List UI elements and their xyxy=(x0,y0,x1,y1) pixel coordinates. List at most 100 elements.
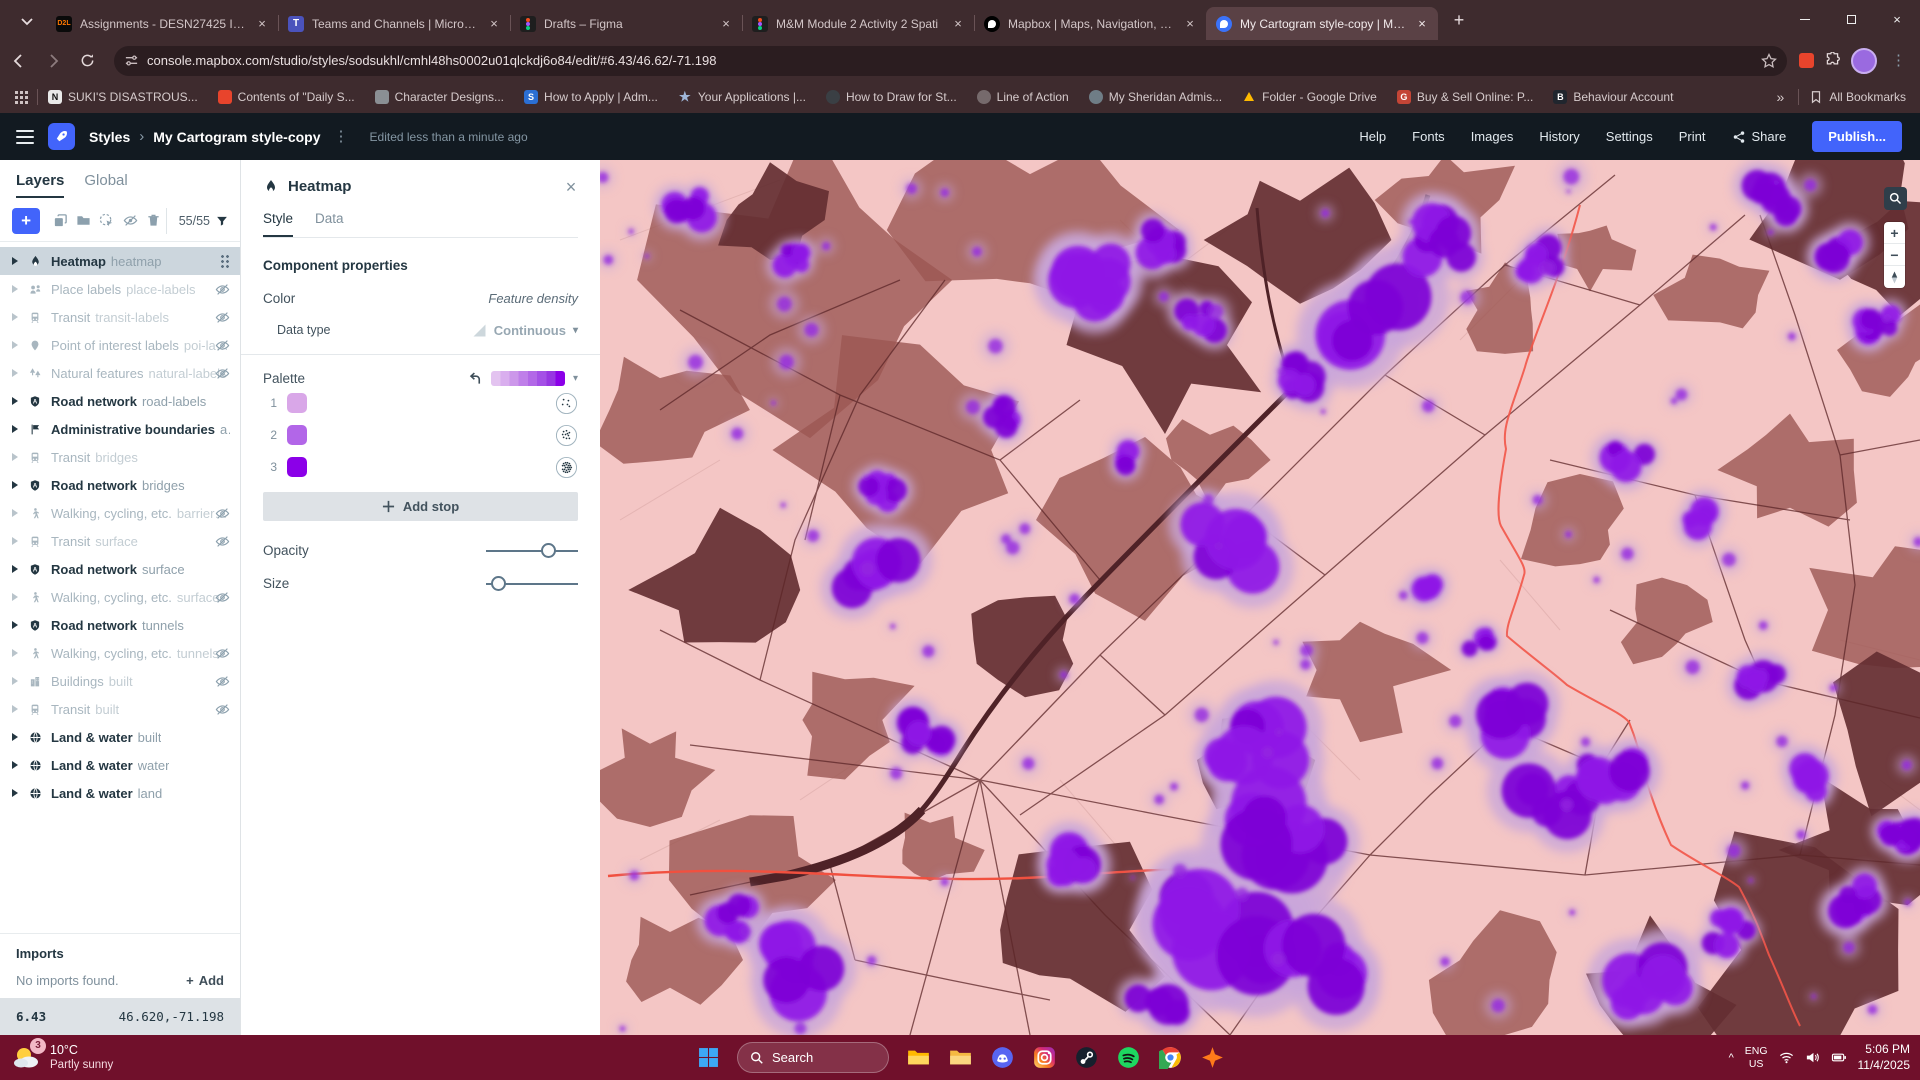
layer-row-tunnels[interactable]: ARoad networktunnels xyxy=(0,611,240,639)
expand-caret-icon[interactable] xyxy=(12,733,18,741)
layer-row-surface[interactable]: ARoad networksurface xyxy=(0,555,240,583)
tab-close-icon[interactable]: × xyxy=(486,16,502,32)
tab-close-icon[interactable]: × xyxy=(1182,16,1198,32)
layer-row-place-labels[interactable]: Place labelsplace-labels xyxy=(0,275,240,303)
bookmark-item[interactable]: My Sheridan Admis... xyxy=(1089,90,1222,104)
expand-caret-icon[interactable] xyxy=(12,369,18,377)
bookmark-star-icon[interactable] xyxy=(1761,53,1777,69)
map-canvas[interactable]: + − xyxy=(600,160,1920,1035)
eye-slash-icon[interactable] xyxy=(215,674,230,689)
language-switcher[interactable]: ENG US xyxy=(1745,1045,1768,1069)
tab-layers[interactable]: Layers xyxy=(16,172,64,189)
tab-close-icon[interactable]: × xyxy=(950,16,966,32)
browser-tab[interactable]: TTeams and Channels | Microsof× xyxy=(278,7,510,40)
layer-row-heatmap[interactable]: Heatmapheatmap xyxy=(0,247,240,275)
drag-handle-icon[interactable] xyxy=(220,254,230,268)
expand-caret-icon[interactable] xyxy=(12,593,18,601)
expand-caret-icon[interactable] xyxy=(12,537,18,545)
nav-help[interactable]: Help xyxy=(1359,129,1386,144)
file-explorer-icon[interactable] xyxy=(905,1045,931,1071)
palette-gradient-swatch[interactable] xyxy=(491,371,565,386)
layer-row-poi-labels[interactable]: Point of interest labelspoi-labels xyxy=(0,331,240,359)
expand-caret-icon[interactable] xyxy=(12,481,18,489)
layer-row-bridges[interactable]: Transitbridges xyxy=(0,443,240,471)
mapbox-logo[interactable] xyxy=(48,123,75,150)
all-bookmarks-button[interactable]: All Bookmarks xyxy=(1809,90,1906,104)
bookmark-item[interactable]: ★Your Applications |... xyxy=(678,90,806,104)
compass-button[interactable] xyxy=(1884,266,1905,288)
menu-hamburger-icon[interactable] xyxy=(16,130,34,144)
select-data-icon[interactable] xyxy=(96,209,117,233)
density-low-icon[interactable] xyxy=(555,392,578,415)
browser-menu-icon[interactable]: ⋮ xyxy=(1891,56,1906,66)
tab-global[interactable]: Global xyxy=(84,172,127,189)
tab-close-icon[interactable]: × xyxy=(1414,16,1430,32)
delete-layer-icon[interactable] xyxy=(143,209,164,233)
expand-caret-icon[interactable] xyxy=(12,565,18,573)
extension-icon[interactable] xyxy=(1799,53,1814,68)
data-type-dropdown[interactable]: Continuous ▾ xyxy=(471,322,578,338)
expand-caret-icon[interactable] xyxy=(12,789,18,797)
expand-caret-icon[interactable] xyxy=(12,761,18,769)
zoom-in-button[interactable]: + xyxy=(1884,222,1905,244)
layer-row-natural-labels[interactable]: Natural featuresnatural-labels xyxy=(0,359,240,387)
layer-row-transit-labels[interactable]: Transittransit-labels xyxy=(0,303,240,331)
eye-slash-icon[interactable] xyxy=(215,310,230,325)
bookmark-item[interactable]: Line of Action xyxy=(977,90,1069,104)
address-bar[interactable]: console.mapbox.com/studio/styles/sodsukh… xyxy=(114,46,1787,76)
expand-caret-icon[interactable] xyxy=(12,509,18,517)
expand-caret-icon[interactable] xyxy=(12,621,18,629)
expand-caret-icon[interactable] xyxy=(12,313,18,321)
folder-icon[interactable] xyxy=(947,1045,973,1071)
layer-row-built[interactable]: Transitbuilt xyxy=(0,695,240,723)
browser-tab[interactable]: Mapbox | Maps, Navigation, Se× xyxy=(974,7,1206,40)
eye-slash-icon[interactable] xyxy=(215,366,230,381)
eye-slash-icon[interactable] xyxy=(215,702,230,717)
tab-close-icon[interactable]: × xyxy=(254,16,270,32)
add-layer-button[interactable]: + xyxy=(12,208,40,234)
profile-avatar[interactable] xyxy=(1851,48,1877,74)
nav-print[interactable]: Print xyxy=(1679,129,1706,144)
clock[interactable]: 5:06 PM 11/4/2025 xyxy=(1858,1042,1911,1073)
bookmark-item[interactable]: BBehaviour Account xyxy=(1553,90,1673,104)
nav-history[interactable]: History xyxy=(1539,129,1579,144)
eye-slash-icon[interactable] xyxy=(215,590,230,605)
taskbar-search[interactable]: Search xyxy=(737,1042,889,1073)
eye-slash-icon[interactable] xyxy=(215,506,230,521)
apps-grid-icon[interactable] xyxy=(14,90,29,105)
expand-caret-icon[interactable] xyxy=(12,453,18,461)
stop-color-swatch[interactable] xyxy=(287,425,307,445)
tab-data[interactable]: Data xyxy=(315,211,344,237)
map-search-button[interactable] xyxy=(1884,187,1907,210)
forward-button[interactable] xyxy=(38,46,68,76)
imports-add-button[interactable]: + Add xyxy=(186,973,224,988)
expand-caret-icon[interactable] xyxy=(12,285,18,293)
bookmark-item[interactable]: SHow to Apply | Adm... xyxy=(524,90,658,104)
layer-row-built[interactable]: Land & waterbuilt xyxy=(0,723,240,751)
spotify-icon[interactable] xyxy=(1115,1045,1141,1071)
opacity-slider[interactable] xyxy=(486,543,578,558)
bookmark-item[interactable]: GBuy & Sell Online: P... xyxy=(1397,90,1534,104)
expand-caret-icon[interactable] xyxy=(12,341,18,349)
duplicate-layer-icon[interactable] xyxy=(50,209,71,233)
tab-search-button[interactable] xyxy=(14,9,40,35)
density-high-icon[interactable] xyxy=(555,456,578,479)
undo-palette-icon[interactable] xyxy=(468,371,483,386)
creative-app-icon[interactable] xyxy=(1199,1045,1225,1071)
nav-settings[interactable]: Settings xyxy=(1606,129,1653,144)
bookmark-item[interactable]: NSUKI'S DISASTROUS... xyxy=(48,90,198,104)
start-button[interactable] xyxy=(695,1045,721,1071)
battery-icon[interactable] xyxy=(1831,1050,1847,1065)
back-button[interactable] xyxy=(4,46,34,76)
expand-caret-icon[interactable] xyxy=(12,257,18,265)
density-medium-icon[interactable] xyxy=(555,424,578,447)
bookmark-item[interactable]: Contents of "Daily S... xyxy=(218,90,355,104)
expand-caret-icon[interactable] xyxy=(12,425,18,433)
chevron-down-icon[interactable]: ▾ xyxy=(573,373,578,384)
chrome-icon[interactable] xyxy=(1157,1045,1183,1071)
size-slider[interactable] xyxy=(486,576,578,591)
layer-row-tunnels[interactable]: Walking, cycling, etc.tunnels xyxy=(0,639,240,667)
minimize-button[interactable] xyxy=(1782,0,1828,38)
bookmarks-overflow-button[interactable]: » xyxy=(1777,89,1785,105)
browser-tab[interactable]: D2LAssignments - DESN27425 Inte× xyxy=(46,7,278,40)
